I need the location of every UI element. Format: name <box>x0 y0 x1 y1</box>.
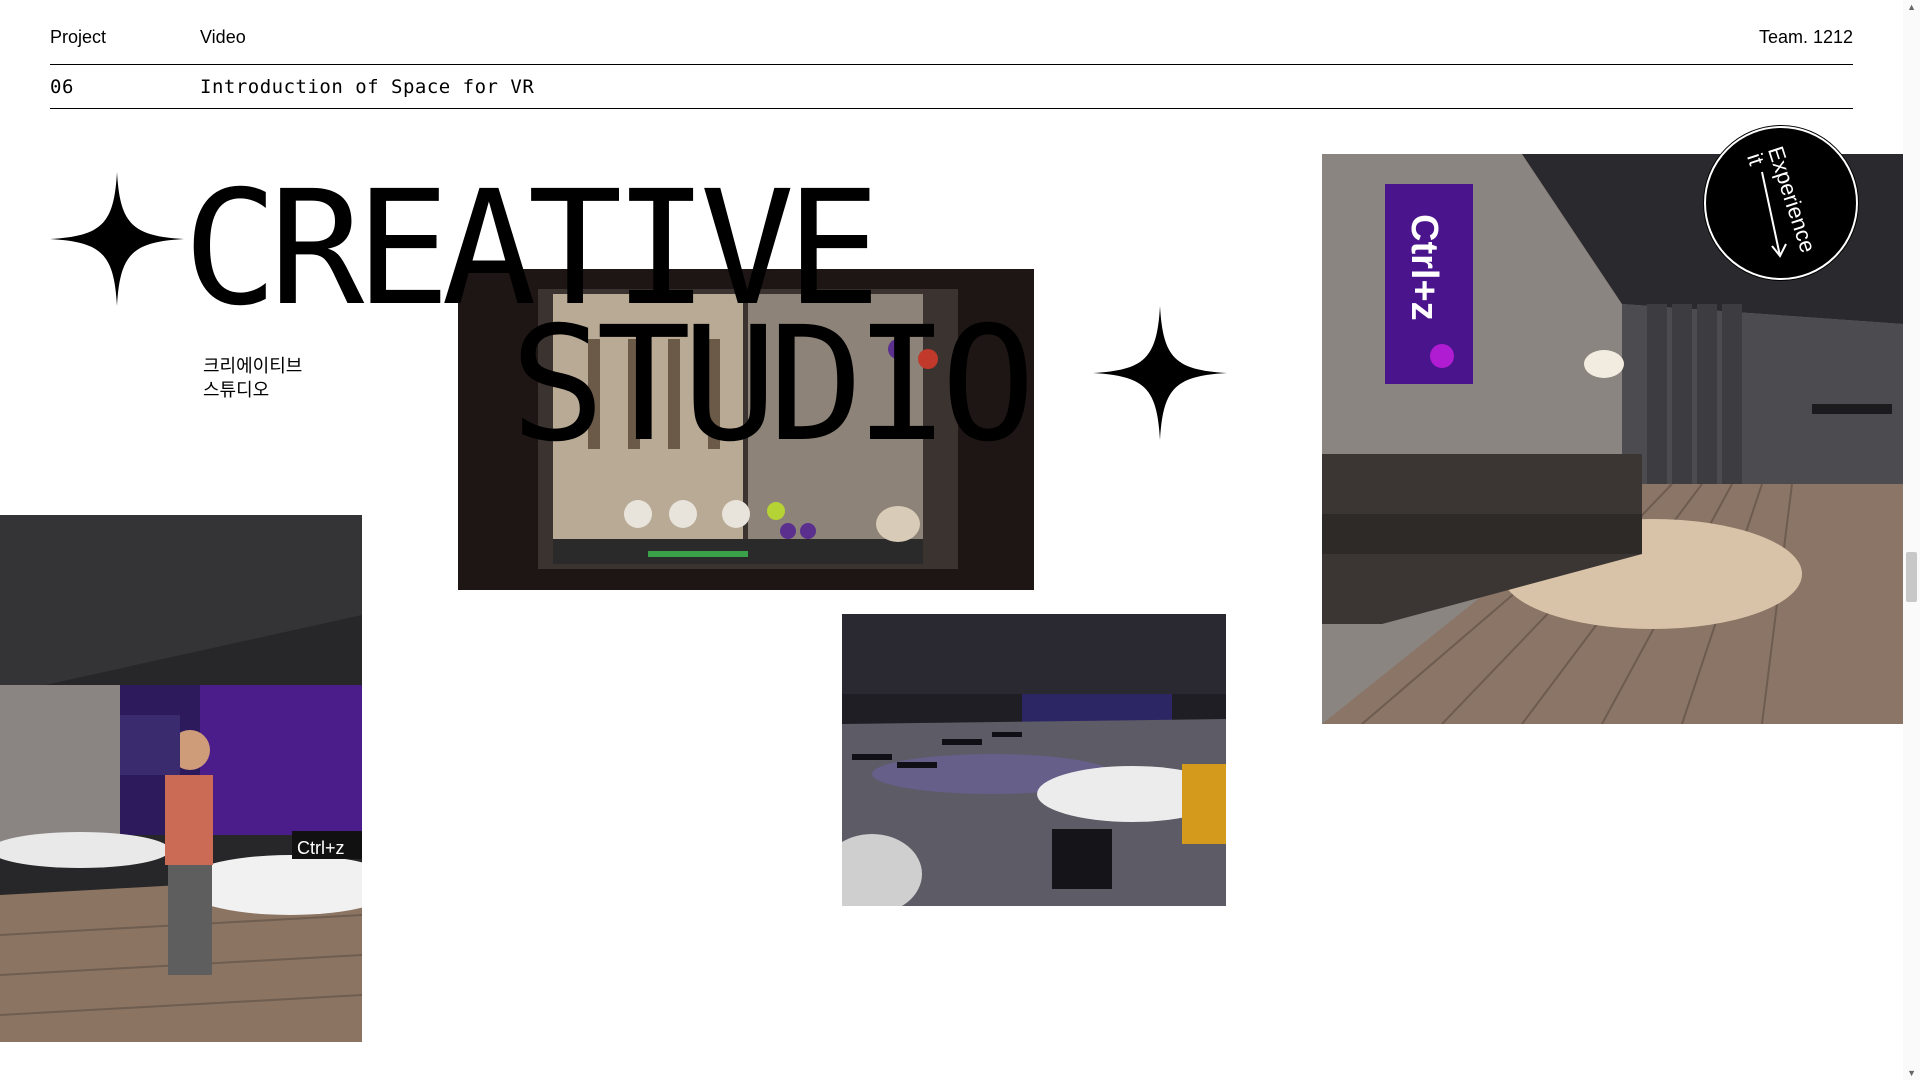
korean-subtitle: 크리에이티브 스튜디오 <box>203 354 302 402</box>
project-row: 06 Introduction of Space for VR <box>50 66 1853 109</box>
arrow-down-icon <box>1761 171 1787 258</box>
header-row: Project Video Team. 1212 <box>50 0 1853 65</box>
scroll-thumb[interactable] <box>1906 552 1917 602</box>
nav-project[interactable]: Project <box>50 27 106 48</box>
project-title: Introduction of Space for VR <box>200 76 535 98</box>
project-number: 06 <box>50 76 74 98</box>
nav-video[interactable]: Video <box>200 27 246 48</box>
scroll-down-icon[interactable]: ▼ <box>1907 1068 1916 1078</box>
scrollbar[interactable]: ▲ ▼ <box>1903 0 1920 1080</box>
sparkle-icon <box>1093 306 1227 445</box>
poster-text: Ctrl+z <box>1403 214 1445 321</box>
experience-it-button[interactable]: Experience it <box>1704 126 1858 280</box>
scroll-up-icon[interactable]: ▲ <box>1907 2 1916 12</box>
screen-text: Ctrl+z <box>297 838 345 858</box>
office-image <box>842 614 1226 906</box>
cafe-image: Ctrl+z <box>0 515 362 1042</box>
korean-line: 스튜디오 <box>203 380 270 400</box>
korean-line: 크리에이티브 <box>203 356 303 376</box>
team-label[interactable]: Team. 1212 <box>1759 27 1853 48</box>
hero-title-studio: STUDIO <box>510 293 1036 477</box>
sparkle-icon <box>50 172 184 311</box>
